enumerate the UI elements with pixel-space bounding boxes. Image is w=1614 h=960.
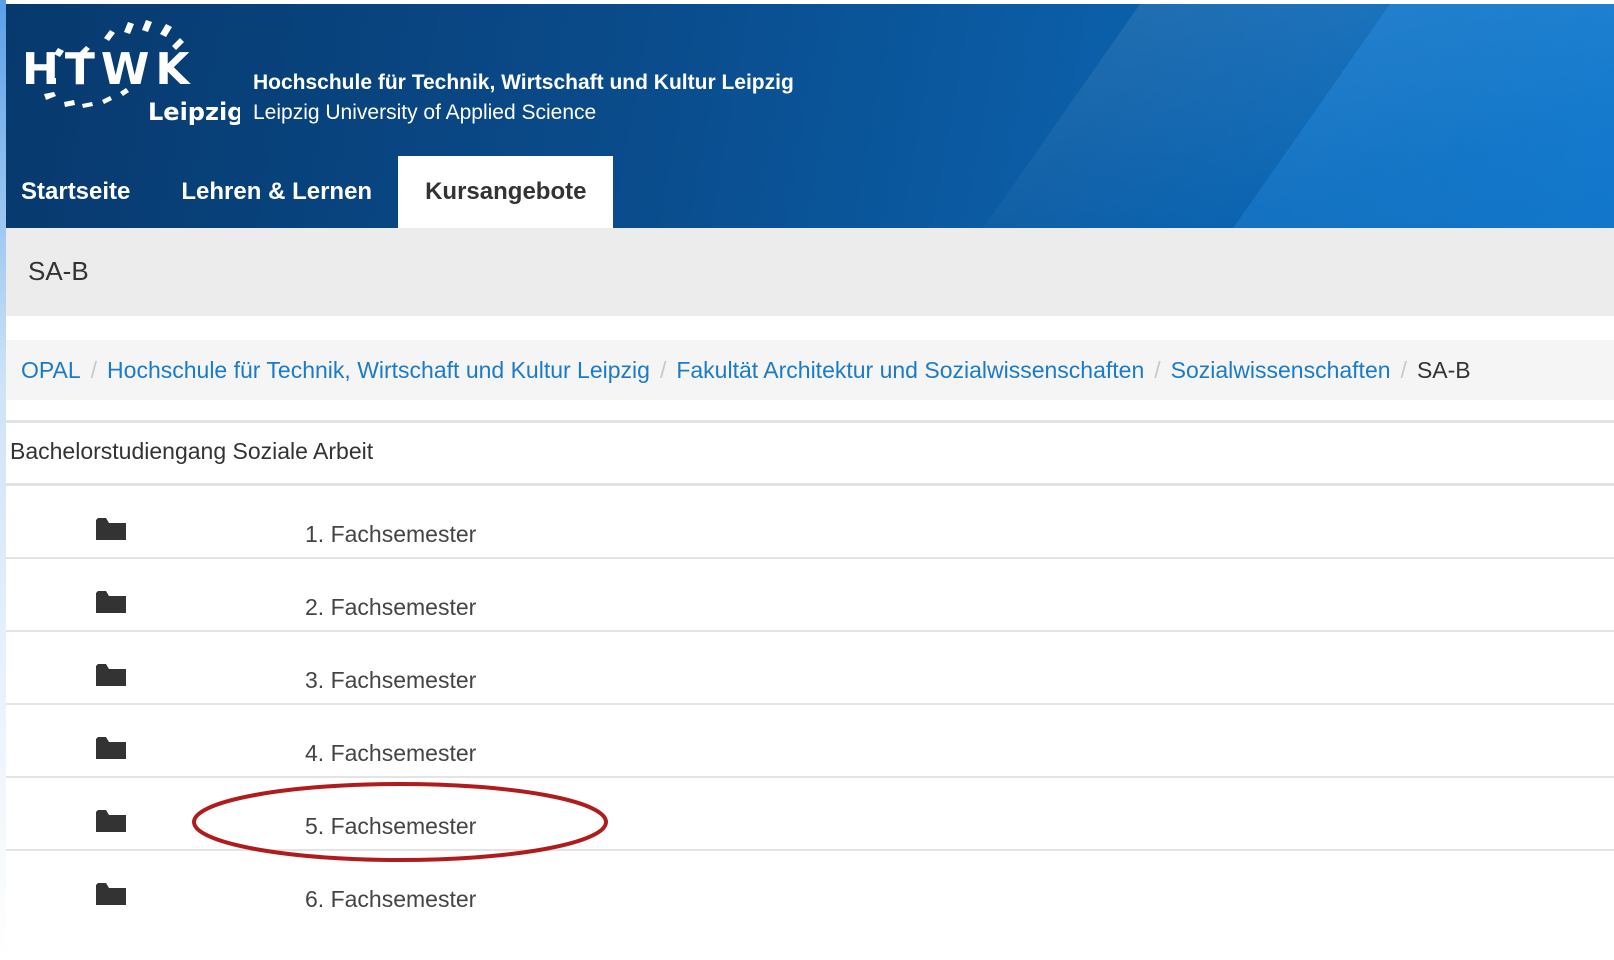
folder-item-3[interactable]: 3. Fachsemester — [6, 632, 1614, 705]
breadcrumb-fakultaet[interactable]: Fakultät Architektur und Sozialwissensch… — [676, 357, 1144, 384]
htwk-logo[interactable]: HTWK Leipzig — [20, 16, 240, 128]
breadcrumb-htwk[interactable]: Hochschule für Technik, Wirtschaft und K… — [107, 357, 650, 384]
folder-item-2[interactable]: 2. Fachsemester — [6, 559, 1614, 632]
breadcrumb-separator: / — [1400, 356, 1407, 383]
folder-label[interactable]: 3. Fachsemester — [305, 667, 476, 694]
breadcrumb-sozialwissenschaften[interactable]: Sozialwissenschaften — [1171, 357, 1391, 384]
folder-item-4[interactable]: 4. Fachsemester — [6, 705, 1614, 778]
breadcrumb: OPAL / Hochschule für Technik, Wirtschaf… — [6, 340, 1614, 400]
university-name-de: Hochschule für Technik, Wirtschaft und K… — [253, 71, 794, 94]
course-title-bar: SA-B — [6, 228, 1614, 316]
logo-wordmark: HTWK — [22, 44, 195, 95]
breadcrumb-current: SA-B — [1416, 356, 1471, 383]
nav-kursangebote[interactable]: Kursangebote — [398, 156, 614, 228]
course-description-row: Bachelorstudiengang Soziale Arbeit — [6, 420, 1614, 486]
main-nav: Startseite Lehren & Lernen Kursangebote — [6, 156, 614, 228]
folder-label[interactable]: 1. Fachsemester — [305, 521, 476, 548]
folder-icon — [96, 591, 126, 613]
highlight-ellipse — [192, 782, 608, 862]
breadcrumb-separator: / — [90, 356, 98, 383]
folder-label[interactable]: 2. Fachsemester — [305, 594, 476, 621]
breadcrumb-separator: / — [1154, 356, 1161, 383]
folder-icon — [96, 883, 126, 905]
university-name-en: Leipzig University of Applied Science — [253, 101, 597, 124]
nav-startseite[interactable]: Startseite — [6, 156, 156, 228]
university-name: Hochschule für Technik, Wirtschaft und K… — [253, 68, 794, 128]
folder-label[interactable]: 4. Fachsemester — [305, 740, 476, 767]
folder-icon — [96, 810, 126, 832]
folder-icon — [96, 518, 126, 540]
folder-icon — [96, 737, 126, 759]
folder-label[interactable]: 6. Fachsemester — [305, 886, 476, 913]
course-title: SA-B — [28, 256, 89, 286]
breadcrumb-opal[interactable]: OPAL — [21, 357, 81, 384]
breadcrumb-separator: / — [659, 356, 667, 383]
logo-city: Leipzig — [148, 98, 240, 126]
folder-icon — [96, 664, 126, 686]
folder-item-1[interactable]: 1. Fachsemester — [6, 486, 1614, 559]
nav-lehren-lernen[interactable]: Lehren & Lernen — [156, 156, 398, 228]
course-description: Bachelorstudiengang Soziale Arbeit — [10, 438, 374, 464]
page-frame: HTWK Leipzig Hochschule für Technik, Wir… — [0, 0, 1614, 960]
